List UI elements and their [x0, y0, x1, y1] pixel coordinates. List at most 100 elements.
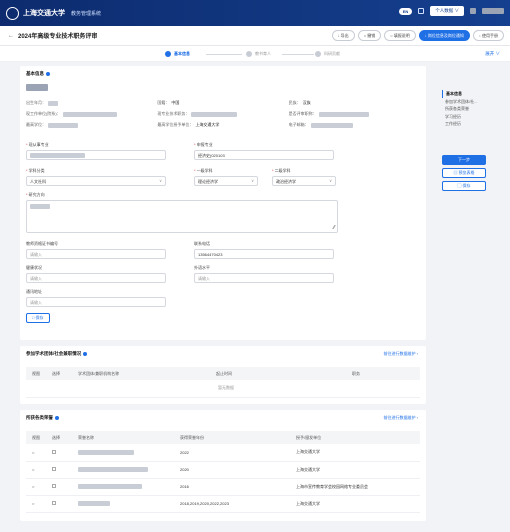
- university-logo[interactable]: 上海交通大学: [6, 6, 65, 20]
- view-cell[interactable]: ○: [26, 444, 46, 462]
- table-header-row: 视图 选择 学术团体/兼职机构名称 起止时间 职务: [26, 367, 420, 380]
- current-major-input[interactable]: [26, 150, 166, 160]
- honors-card: 所获各类荣誉 前往进行数据维护 › 视图 选择 荣誉名称 获得荣誉年份 授予/颁…: [20, 410, 426, 521]
- info-row: 现工作单位(院系)： 现专业技术职务： 是否评审职称：: [26, 111, 420, 117]
- first-level-discipline-select[interactable]: 理论经济学 ∨: [194, 176, 258, 186]
- language-switch[interactable]: EN: [398, 7, 413, 15]
- step-dot-icon: [246, 51, 252, 57]
- maintain-data-link[interactable]: 前往进行数据维护 ›: [384, 351, 418, 357]
- org-cell: 上海交通大学: [290, 495, 420, 513]
- help-icon[interactable]: [55, 415, 59, 420]
- column-header: 获得荣誉年份: [174, 431, 290, 444]
- help-icon[interactable]: [46, 71, 50, 76]
- step-teaching[interactable]: 教书育人: [246, 51, 271, 57]
- step-basic-info[interactable]: 基本信息: [165, 51, 190, 57]
- view-cell[interactable]: ○: [26, 478, 46, 496]
- org-cell: 上海交通大学: [290, 461, 420, 479]
- anchor-basic-info[interactable]: 基本信息: [442, 90, 490, 98]
- form-label: 健康状况: [26, 265, 42, 270]
- export-button[interactable]: ↓ 导出: [331, 30, 355, 41]
- academic-groups-card: 参加学术团体/社会兼职情况 前往进行数据维护 › 视图 选择 学术团体/兼职机构…: [20, 346, 426, 404]
- step-dot-icon: [165, 51, 171, 57]
- save-form-button[interactable]: □ 保存: [26, 313, 50, 323]
- user-manual-button[interactable]: ↓ 使用手册: [472, 30, 504, 41]
- info-label: 最高学位授予单位：: [157, 122, 194, 127]
- table-row: ○ 2020 上海交通大学: [26, 461, 420, 479]
- chevron-down-icon: ∨: [251, 178, 254, 183]
- address-input[interactable]: 请输入: [26, 297, 166, 307]
- resize-handle-icon[interactable]: ⁄⁄: [333, 225, 335, 231]
- view-cell[interactable]: ○: [26, 461, 46, 479]
- info-value: 汉族: [302, 100, 311, 105]
- form-label: * 申报专业: [194, 142, 213, 147]
- position-notice-button[interactable]: ↓ 岗位信息及岗位通知: [418, 30, 470, 41]
- system-name: 教务管理系统: [71, 10, 102, 17]
- second-level-discipline-select[interactable]: 政治经济学 ∨: [272, 176, 336, 186]
- row-checkbox[interactable]: [52, 501, 56, 505]
- form-label: * 二级学科: [272, 168, 291, 173]
- redacted-value: [191, 111, 238, 117]
- form-label: 外语水平: [194, 265, 210, 270]
- info-row: 最高学位： 最高学位授予单位： 上海交通大学 电子邮箱：: [26, 122, 420, 128]
- info-label: 最高学位：: [26, 122, 46, 127]
- org-cell: 上海交通大学: [290, 444, 420, 462]
- view-cell[interactable]: ○: [26, 495, 46, 513]
- page-title: 2024年高级专业技术职务评审: [18, 34, 98, 40]
- anchor-work-history[interactable]: 工作经历: [442, 120, 490, 128]
- no-data-text: 暂无数据: [26, 380, 420, 398]
- back-arrow-icon[interactable]: ←: [8, 33, 14, 39]
- instructions-button[interactable]: ○ 填报说明: [384, 30, 416, 41]
- honors-table: 视图 选择 荣誉名称 获得荣誉年份 授予/颁发单位 ○ 2022 上海交通大学 …: [26, 431, 420, 513]
- anchor-academic-groups[interactable]: 参加学术团体/社...: [442, 98, 490, 106]
- phone-input[interactable]: 13564470423: [194, 249, 334, 259]
- redacted-value: [48, 122, 78, 128]
- step-label: 教书育人: [255, 51, 271, 56]
- withdraw-button[interactable]: ○ 撤销: [357, 30, 382, 41]
- section-title: 所获各类荣誉: [26, 415, 420, 421]
- user-name-redacted: [482, 8, 504, 14]
- step-connector: [206, 54, 242, 55]
- grid-icon[interactable]: [418, 8, 425, 14]
- form-label: * 现从事专业: [26, 142, 49, 147]
- avatar[interactable]: [470, 8, 476, 14]
- discipline-category-select[interactable]: 人文社科 ∨: [26, 176, 166, 186]
- top-navigation-bar: 上海交通大学 教务管理系统 EN 个人数据 ∨: [0, 0, 510, 26]
- chevron-down-icon: ∨: [159, 178, 162, 183]
- save-button[interactable]: ▢ 保存: [442, 181, 486, 191]
- section-title: 基本信息: [26, 71, 420, 77]
- section-title: 参加学术团体/社会兼职情况: [26, 351, 420, 357]
- form-label: 教师资格证书编号: [26, 241, 58, 246]
- applied-major-input[interactable]: 经济史(020103: [194, 150, 334, 160]
- row-checkbox[interactable]: [52, 449, 56, 454]
- personal-center-button[interactable]: 个人数据 ∨: [430, 6, 464, 16]
- step-label: 基本信息: [174, 51, 190, 56]
- info-label: 现专业技术职务：: [157, 111, 190, 116]
- year-cell: 2018,2019,2020,2022,2023: [174, 495, 290, 513]
- form-label: 联系电话: [194, 241, 210, 246]
- anchor-honors[interactable]: 所获各类荣誉: [442, 105, 490, 113]
- main-content: 基本信息 出生年月： 国籍： 中国 民族： 汉族 现工作单位(院系)： 现专业技术职…: [20, 66, 426, 527]
- row-checkbox[interactable]: [52, 484, 56, 488]
- health-status-input[interactable]: 请输入: [26, 273, 166, 283]
- university-seal-icon: [6, 6, 19, 20]
- research-direction-textarea[interactable]: ⁄⁄: [26, 200, 338, 233]
- foreign-language-input[interactable]: 请输入: [194, 273, 334, 283]
- redacted-value: [30, 204, 50, 210]
- year-cell: 2016: [174, 478, 290, 496]
- row-checkbox[interactable]: [52, 467, 56, 471]
- next-step-button[interactable]: 下一步: [442, 155, 486, 165]
- step-research[interactable]: 科研贡献: [315, 51, 340, 57]
- maintain-data-link[interactable]: 前往进行数据维护 ›: [384, 415, 418, 421]
- column-header: 选择: [46, 431, 72, 444]
- teacher-certificate-input[interactable]: 请输入: [26, 249, 166, 259]
- column-header: 视图: [26, 367, 46, 380]
- preview-form-button[interactable]: ▤ 预览表格: [442, 168, 486, 178]
- column-header: 选择: [46, 367, 72, 380]
- redacted-value: [62, 111, 117, 117]
- help-icon[interactable]: [83, 351, 88, 356]
- column-header: 视图: [26, 431, 46, 444]
- expand-toggle[interactable]: 展开 ∨: [485, 51, 500, 57]
- redacted-value: [310, 122, 353, 128]
- anchor-study-history[interactable]: 学习经历: [442, 113, 490, 121]
- logo-text: 上海交通大学: [23, 8, 65, 17]
